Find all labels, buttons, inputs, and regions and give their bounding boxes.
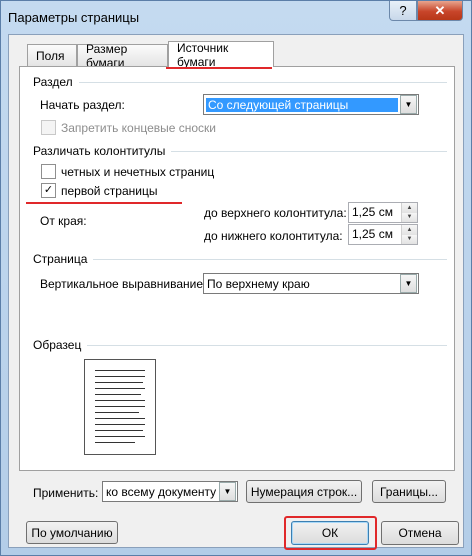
odd-even-row: четных и нечетных страниц	[41, 164, 214, 179]
cancel-button[interactable]: Отмена	[381, 521, 459, 545]
section-heading: Раздел	[33, 75, 73, 89]
section-group: Раздел	[33, 75, 447, 89]
header-distance-value: 1,25 см	[352, 205, 393, 219]
page-preview	[84, 359, 156, 455]
dialog-title: Параметры страницы	[8, 10, 140, 25]
valign-value: По верхнему краю	[207, 276, 310, 291]
tab-label: Источник бумаги	[177, 40, 229, 69]
help-button[interactable]: ?	[389, 1, 417, 21]
suppress-endnotes-checkbox[interactable]	[41, 120, 56, 135]
chevron-down-icon: ▼	[400, 95, 417, 114]
close-button[interactable]: ✕	[417, 1, 463, 21]
spin-down-icon[interactable]: ▼	[402, 212, 417, 222]
first-page-row: ✓ первой страницы	[41, 183, 157, 198]
spin-up-icon[interactable]: ▲	[402, 225, 417, 235]
footer-distance-spinner[interactable]: 1,25 см ▲ ▼	[348, 224, 418, 245]
highlight-underline	[166, 67, 272, 69]
section-start-value: Со следующей страницы	[206, 97, 398, 112]
suppress-endnotes-row: Запретить концевые сноски	[41, 120, 216, 135]
footer-distance-value: 1,25 см	[352, 227, 393, 241]
section-start-select[interactable]: Со следующей страницы ▼	[203, 94, 419, 115]
from-edge-label: От края:	[40, 214, 87, 228]
apply-value: ко всему документу	[106, 484, 217, 499]
valign-select[interactable]: По верхнему краю ▼	[203, 273, 419, 294]
odd-even-label: четных и нечетных страниц	[61, 164, 215, 179]
apply-label: Применить:	[33, 486, 99, 500]
tab-margins[interactable]: Поля	[27, 44, 77, 66]
spin-up-icon[interactable]: ▲	[402, 203, 417, 213]
apply-select[interactable]: ко всему документу ▼	[102, 481, 238, 502]
headers-heading: Различать колонтитулы	[33, 144, 166, 158]
borders-button[interactable]: Границы...	[372, 480, 446, 503]
ok-button[interactable]: ОК	[291, 521, 369, 545]
spin-down-icon[interactable]: ▼	[402, 234, 417, 244]
preview-group: Образец	[33, 338, 447, 352]
section-start-label: Начать раздел:	[40, 98, 125, 112]
tab-paper-size[interactable]: Размер бумаги	[77, 42, 168, 70]
suppress-endnotes-label: Запретить концевые сноски	[61, 120, 217, 135]
page-group: Страница	[33, 252, 447, 266]
set-default-button[interactable]: По умолчанию	[26, 521, 118, 544]
first-page-label: первой страницы	[61, 183, 158, 198]
footer-distance-label: до нижнего колонтитула:	[204, 229, 343, 243]
highlight-underline	[26, 202, 182, 204]
tab-paper-source[interactable]: Источник бумаги	[168, 40, 274, 69]
line-numbers-button[interactable]: Нумерация строк...	[246, 480, 362, 503]
header-distance-label: до верхнего колонтитула:	[204, 206, 347, 220]
page-heading: Страница	[33, 252, 88, 266]
checkmark-icon: ✓	[43, 184, 54, 196]
valign-label: Вертикальное выравнивание:	[40, 277, 207, 291]
first-page-checkbox[interactable]: ✓	[41, 183, 56, 198]
odd-even-checkbox[interactable]	[41, 164, 56, 179]
headers-group: Различать колонтитулы	[33, 144, 447, 158]
close-icon: ✕	[434, 2, 446, 18]
help-icon: ?	[399, 3, 407, 18]
header-distance-spinner[interactable]: 1,25 см ▲ ▼	[348, 202, 418, 223]
tab-label: Поля	[36, 48, 65, 63]
preview-heading: Образец	[33, 338, 82, 352]
chevron-down-icon: ▼	[400, 274, 417, 293]
chevron-down-icon: ▼	[219, 482, 236, 501]
